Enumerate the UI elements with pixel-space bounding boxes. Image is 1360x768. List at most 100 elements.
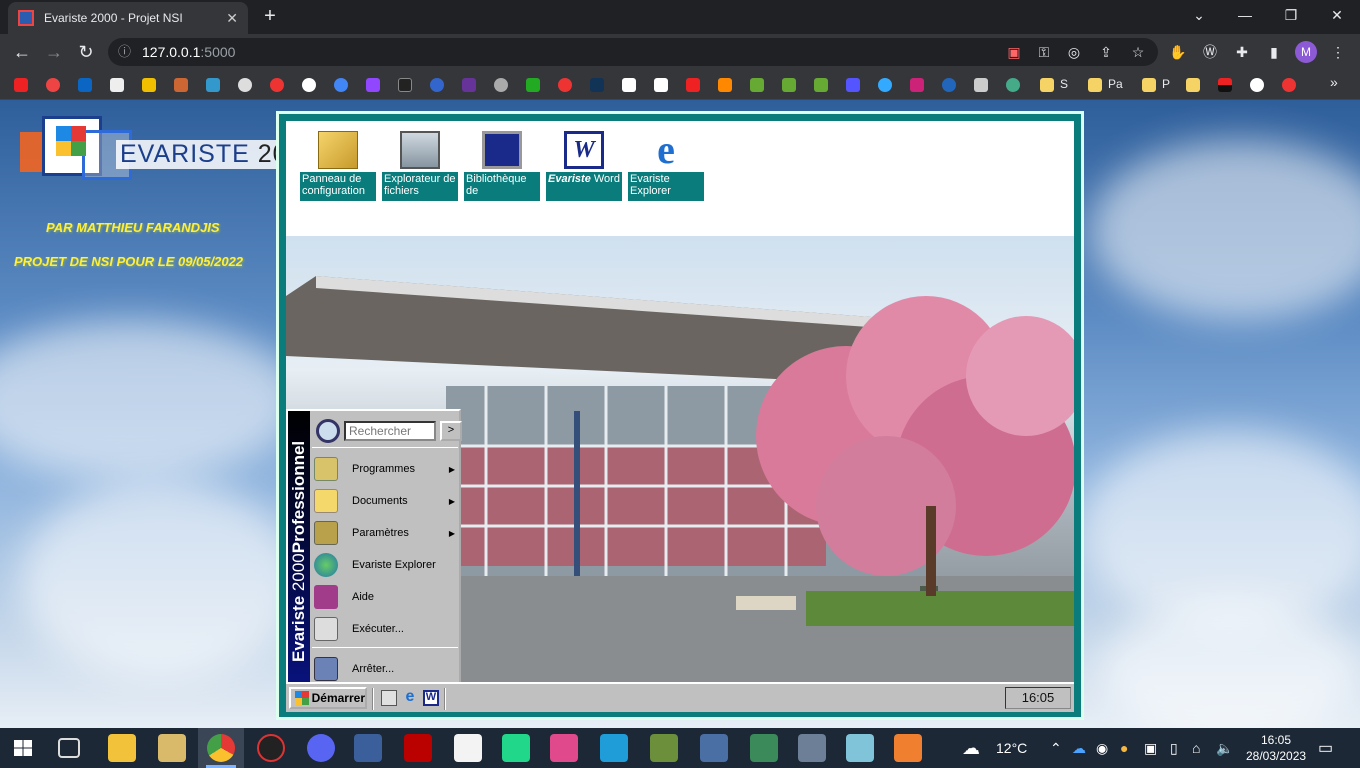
- desktop-icon-file-explorer[interactable]: Explorateur de fichiers: [382, 131, 458, 207]
- new-tab-icon[interactable]: +: [258, 6, 282, 28]
- bookmark-icon[interactable]: [942, 78, 956, 92]
- start-search-input[interactable]: Rechercher: [344, 421, 436, 441]
- folder-icon[interactable]: [1040, 78, 1054, 92]
- minimize-icon[interactable]: —: [1222, 0, 1268, 30]
- key-icon[interactable]: ⚿: [1034, 42, 1054, 62]
- back-icon[interactable]: ←: [10, 40, 34, 64]
- volume-icon[interactable]: 🔈: [1216, 740, 1233, 757]
- weather-temperature[interactable]: 12°C: [996, 740, 1027, 756]
- site-info-icon[interactable]: ⓘ: [118, 38, 131, 66]
- extensions-puzzle-icon[interactable]: ✚: [1232, 42, 1252, 62]
- bookmark-icon[interactable]: [238, 78, 252, 92]
- file-explorer-taskbar-icon[interactable]: [108, 734, 136, 762]
- bookmark-icon[interactable]: [1282, 78, 1296, 92]
- start-item-help[interactable]: Aide: [314, 582, 459, 612]
- bookmark-icon[interactable]: [878, 78, 892, 92]
- github-bookmark-icon[interactable]: [1250, 78, 1264, 92]
- onedrive-icon[interactable]: ☁: [1072, 740, 1086, 757]
- start-item-documents[interactable]: Documents ▶: [314, 486, 459, 516]
- quicklaunch-desktop-icon[interactable]: [381, 690, 397, 706]
- bookmark-icon[interactable]: [494, 78, 508, 92]
- bookmark-icon[interactable]: [718, 78, 732, 92]
- desktop-icon-evariste-word[interactable]: W Evariste Word: [546, 131, 622, 207]
- bookmark-icon[interactable]: [110, 78, 124, 92]
- share-icon[interactable]: ⇪: [1096, 42, 1116, 62]
- side-panel-icon[interactable]: ▮: [1264, 42, 1284, 62]
- start-item-evariste-explorer[interactable]: Evariste Explorer: [314, 550, 459, 580]
- desktop-icon-library[interactable]: Bibliothèque de: [464, 131, 540, 207]
- app-taskbar-icon[interactable]: [894, 734, 922, 762]
- folder-icon[interactable]: [1186, 78, 1200, 92]
- bookmark-icon[interactable]: [46, 78, 60, 92]
- start-item-run[interactable]: Exécuter...: [314, 614, 459, 644]
- filezilla-taskbar-icon[interactable]: [404, 734, 432, 762]
- bookmark-icon[interactable]: [558, 78, 572, 92]
- tray-app-icon[interactable]: ▣: [1144, 740, 1157, 757]
- bookmark-icon[interactable]: [846, 78, 860, 92]
- bookmark-icon[interactable]: [782, 78, 796, 92]
- weather-cloud-icon[interactable]: ☁: [962, 738, 980, 759]
- bookmark-icon[interactable]: [462, 78, 476, 92]
- start-item-programs[interactable]: Programmes ▶: [314, 454, 459, 484]
- bookmark-icon[interactable]: [750, 78, 764, 92]
- tab-close-icon[interactable]: ✕: [226, 10, 238, 27]
- app-taskbar-icon[interactable]: [846, 734, 874, 762]
- desktop-icon-control-panel[interactable]: Panneau de configuration: [300, 131, 376, 207]
- task-view-icon[interactable]: [58, 738, 80, 758]
- bookmarks-overflow-icon[interactable]: »: [1330, 74, 1338, 90]
- bookmark-icon[interactable]: [654, 78, 668, 92]
- bookmark-icon[interactable]: [174, 78, 188, 92]
- reload-icon[interactable]: ↻: [74, 40, 98, 64]
- bookmark-icon[interactable]: [1218, 78, 1232, 92]
- linkedin-bookmark-icon[interactable]: [78, 78, 92, 92]
- bookmark-icon[interactable]: [814, 78, 828, 92]
- close-window-icon[interactable]: ✕: [1314, 0, 1360, 30]
- emulator-desktop[interactable]: Panneau de configuration Explorateur de …: [286, 121, 1074, 712]
- network-icon[interactable]: ⌂: [1192, 740, 1200, 756]
- forward-icon[interactable]: →: [42, 40, 66, 64]
- minecraft-taskbar-icon[interactable]: [650, 734, 678, 762]
- eye-off-icon[interactable]: ◎: [1064, 42, 1084, 62]
- notepad-taskbar-icon[interactable]: [454, 734, 482, 762]
- start-item-settings[interactable]: Paramètres ▶: [314, 518, 459, 548]
- address-bar[interactable]: ⓘ 127.0.0.1:5000: [108, 38, 1158, 66]
- quicklaunch-word-icon[interactable]: W: [423, 690, 439, 706]
- desktop-icon-evariste-explorer[interactable]: e Evariste Explorer: [628, 130, 704, 207]
- restore-icon[interactable]: ❐: [1268, 0, 1314, 30]
- app-taskbar-icon[interactable]: [257, 734, 285, 762]
- tab-search-icon[interactable]: ⌄: [1176, 0, 1222, 30]
- pokeball-bookmark-icon[interactable]: [302, 78, 316, 92]
- quicklaunch-explorer-icon[interactable]: e: [402, 689, 418, 706]
- start-search-go-button[interactable]: >: [440, 421, 462, 441]
- bookmark-icon[interactable]: [1006, 78, 1020, 92]
- tray-app-icon[interactable]: ●: [1120, 740, 1128, 756]
- bookmark-star-icon[interactable]: ☆: [1128, 42, 1148, 62]
- discord-taskbar-icon[interactable]: [307, 734, 335, 762]
- discord-tray-icon[interactable]: ◉: [1096, 740, 1108, 757]
- bookmark-folder-label[interactable]: S: [1060, 77, 1068, 91]
- folder-icon[interactable]: [1088, 78, 1102, 92]
- windows-start-icon[interactable]: [14, 740, 32, 756]
- bookmark-folder-label[interactable]: P: [1162, 77, 1170, 91]
- start-button[interactable]: Démarrer: [289, 687, 367, 709]
- app-taskbar-icon[interactable]: [750, 734, 778, 762]
- folder-icon[interactable]: [1142, 78, 1156, 92]
- bookmark-icon[interactable]: [142, 78, 156, 92]
- bookmark-icon[interactable]: [910, 78, 924, 92]
- profile-avatar[interactable]: M: [1295, 41, 1317, 63]
- bookmark-icon[interactable]: [206, 78, 220, 92]
- bookmark-icon[interactable]: [430, 78, 444, 92]
- start-item-shutdown[interactable]: Arrêter...: [314, 654, 459, 684]
- bookmark-icon[interactable]: [622, 78, 636, 92]
- app-taskbar-icon[interactable]: [354, 734, 382, 762]
- intellij-taskbar-icon[interactable]: [550, 734, 578, 762]
- chrome-taskbar-icon[interactable]: [207, 734, 235, 762]
- google-bookmark-icon[interactable]: [334, 78, 348, 92]
- extension-w-icon[interactable]: Ⓦ: [1200, 42, 1220, 62]
- app-taskbar-icon[interactable]: [798, 734, 826, 762]
- bookmark-icon[interactable]: [398, 78, 412, 92]
- extension-adblock-icon[interactable]: ✋: [1168, 42, 1188, 62]
- bookmark-icon[interactable]: [590, 78, 604, 92]
- youtube-bookmark-icon[interactable]: [14, 78, 28, 92]
- menu-kebab-icon[interactable]: ⋮: [1328, 42, 1348, 62]
